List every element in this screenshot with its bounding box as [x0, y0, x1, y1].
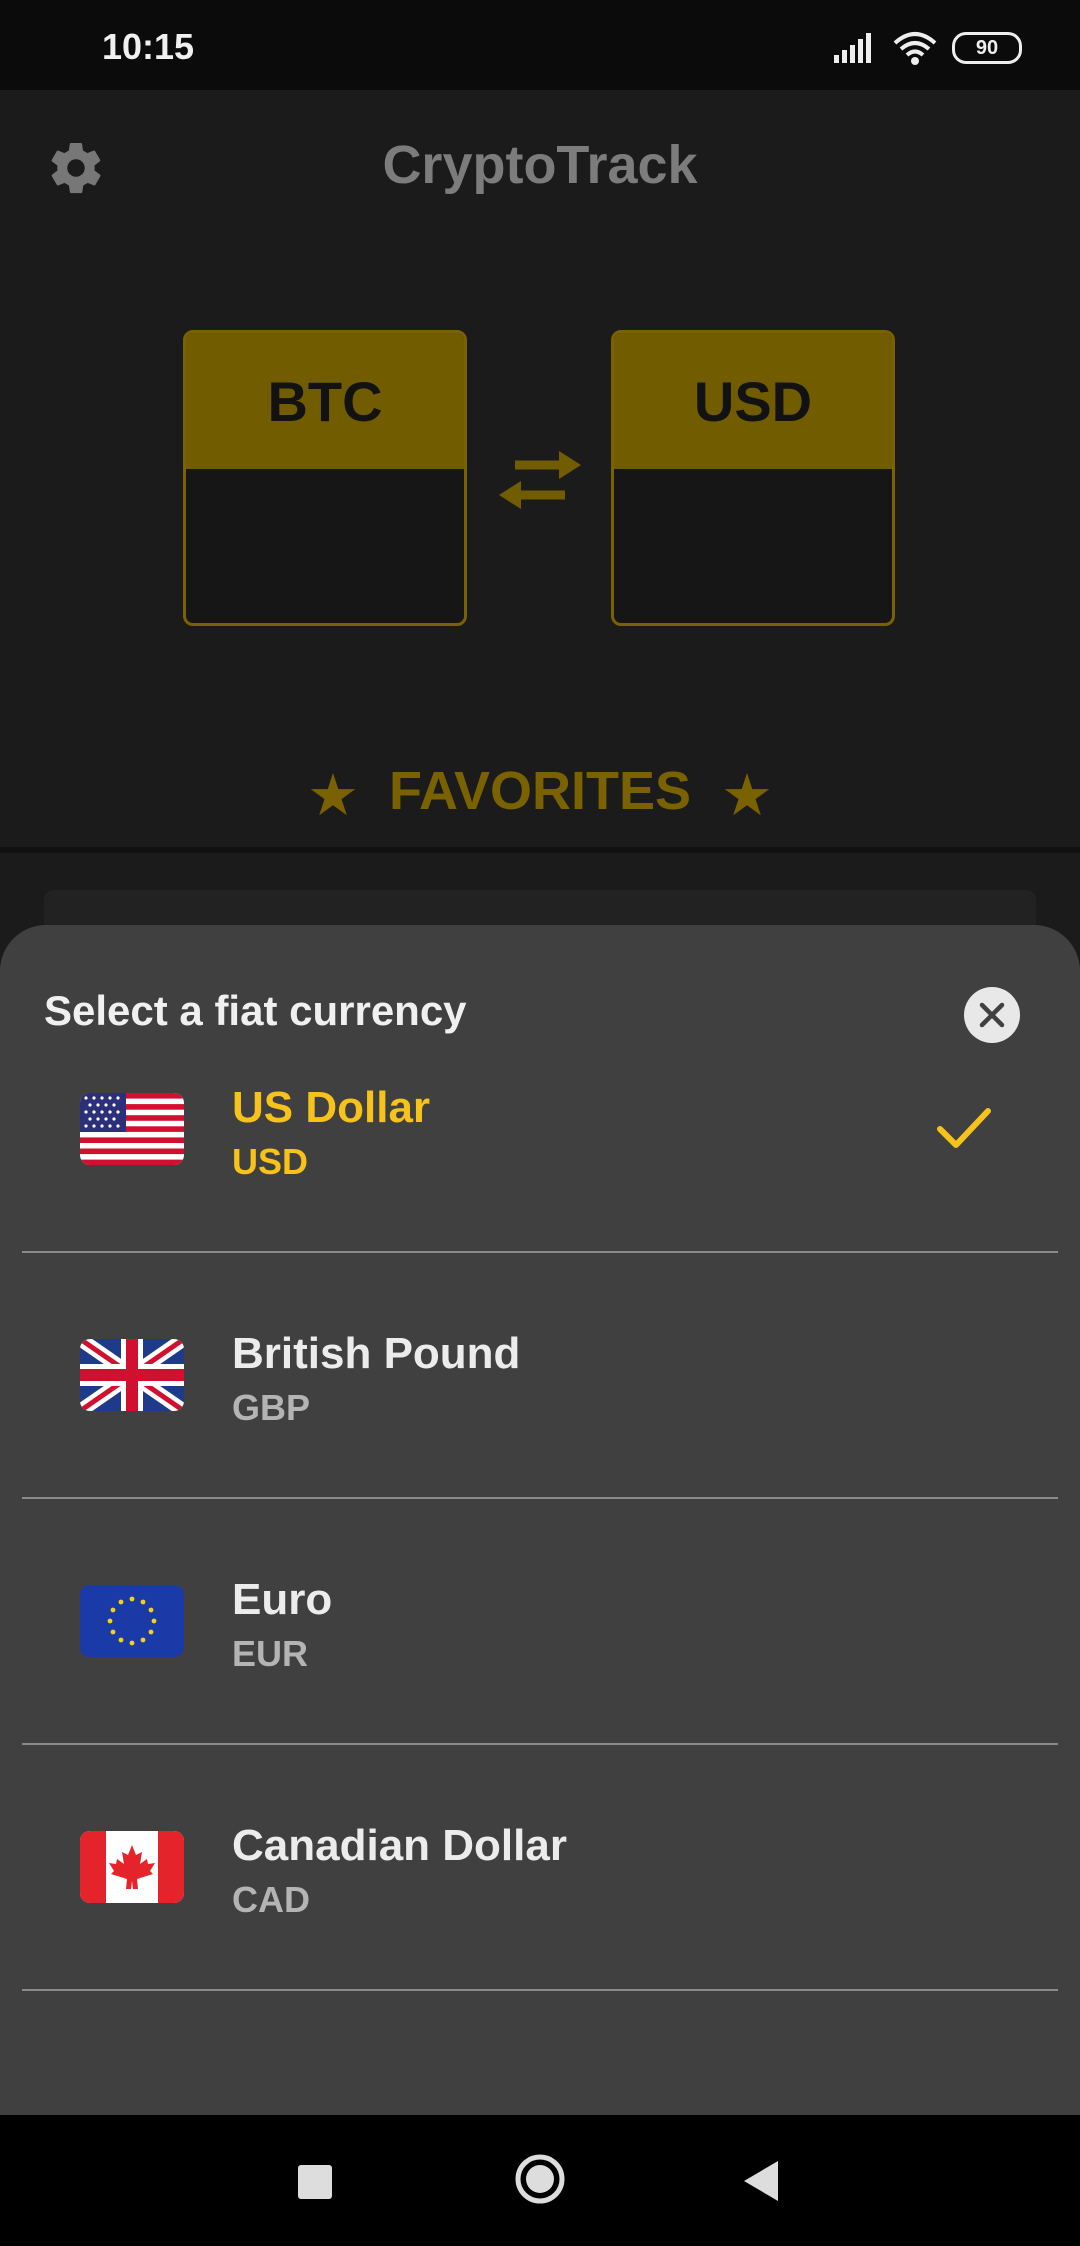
wifi-icon	[893, 32, 937, 65]
favorites-label: FAVORITES	[388, 761, 692, 821]
from-currency-label: BTC	[186, 333, 464, 469]
currency-option-eur[interactable]: Euro EUR	[22, 1499, 1058, 1745]
home-icon[interactable]	[514, 2153, 566, 2205]
currency-name: British Pound	[232, 1329, 521, 1378]
swap-arrows-icon[interactable]	[495, 445, 585, 515]
uk-flag-icon	[80, 1339, 184, 1411]
section-divider	[0, 847, 1080, 853]
from-currency-box[interactable]: BTC	[183, 330, 467, 626]
favorites-header: ★ FAVORITES ★	[0, 760, 1080, 829]
currency-code: GBP	[232, 1387, 311, 1428]
status-bar: 10:15 90	[0, 0, 1080, 90]
signal-icon	[834, 33, 871, 63]
eu-flag-icon	[80, 1585, 184, 1657]
status-time: 10:15	[102, 26, 195, 67]
battery-indicator: 90	[952, 32, 1022, 64]
currency-name: Euro	[232, 1575, 333, 1624]
canada-flag-icon	[80, 1831, 184, 1903]
currency-code: EUR	[232, 1633, 309, 1674]
status-icons: 90	[834, 28, 1022, 68]
currency-name: US Dollar	[232, 1083, 431, 1132]
currency-option-usd[interactable]: US Dollar USD	[22, 1007, 1058, 1253]
star-icon: ★	[721, 762, 774, 828]
system-nav-bar	[0, 2115, 1080, 2246]
to-currency-box[interactable]: USD	[611, 330, 895, 626]
back-icon[interactable]	[742, 2159, 780, 2203]
currency-bottom-sheet: Select a fiat currency US Dollar USD Bri…	[0, 925, 1080, 2115]
currency-code: USD	[232, 1141, 309, 1182]
currency-option-cad[interactable]: Canadian Dollar CAD	[22, 1745, 1058, 1991]
us-flag-icon	[80, 1093, 184, 1165]
star-icon: ★	[306, 762, 359, 828]
app-title: CryptoTrack	[382, 135, 698, 195]
currency-option-gbp[interactable]: British Pound GBP	[22, 1253, 1058, 1499]
to-currency-label: USD	[614, 333, 892, 469]
currency-code: CAD	[232, 1879, 310, 1920]
currency-name: Canadian Dollar	[232, 1821, 567, 1870]
checkmark-icon	[937, 1108, 991, 1148]
recents-icon[interactable]	[298, 2165, 332, 2199]
